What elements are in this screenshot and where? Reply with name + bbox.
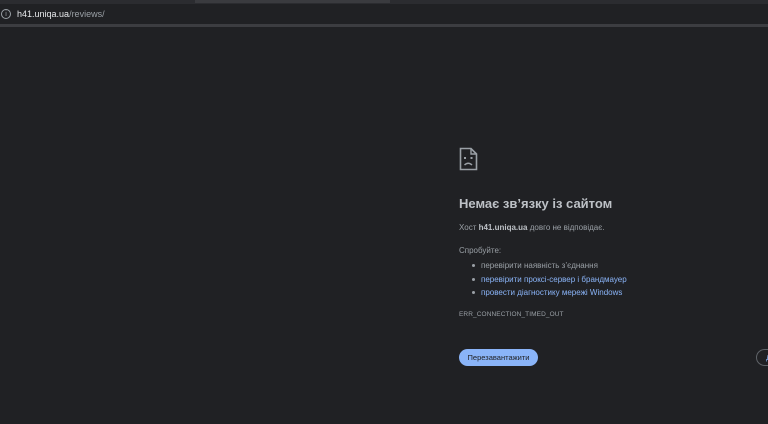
try-label: Спробуйте: [459,246,502,255]
address-bar-divider [0,24,768,27]
sad-document-icon [459,147,478,171]
url-host: h41.uniqa.ua [17,9,70,19]
error-content: Немає зв’язку із сайтом Хост h41.uniqa.u… [459,147,759,318]
suggestion-run-diagnostics-link[interactable]: провести діагностику мережі Windows [472,286,759,300]
url-text[interactable]: h41.uniqa.ua/reviews/ [17,9,105,19]
desc-host: h41.uniqa.ua [478,223,528,232]
error-code: ERR_CONNECTION_TIMED_OUT [459,310,564,318]
suggestions-list: перевірити наявність з’єднання перевірит… [459,259,759,300]
details-button[interactable]: Д [756,349,768,366]
url-path: /reviews/ [69,9,105,19]
desc-prefix: Хост [459,223,479,232]
error-title: Немає зв’язку із сайтом [459,196,613,211]
desc-suffix: довго не відповідає. [527,223,605,232]
reload-button[interactable]: Перезавантажити [459,349,538,366]
address-bar[interactable]: i h41.uniqa.ua/reviews/ [0,4,768,24]
suggestion-check-connection: перевірити наявність з’єднання [472,259,759,273]
error-description: Хост h41.uniqa.ua довго не відповідає. [459,223,759,232]
active-tab-indicator [195,0,390,3]
suggestion-check-proxy-link[interactable]: перевірити проксі-сервер і брандмауер [472,273,759,287]
info-icon[interactable]: i [1,9,11,19]
